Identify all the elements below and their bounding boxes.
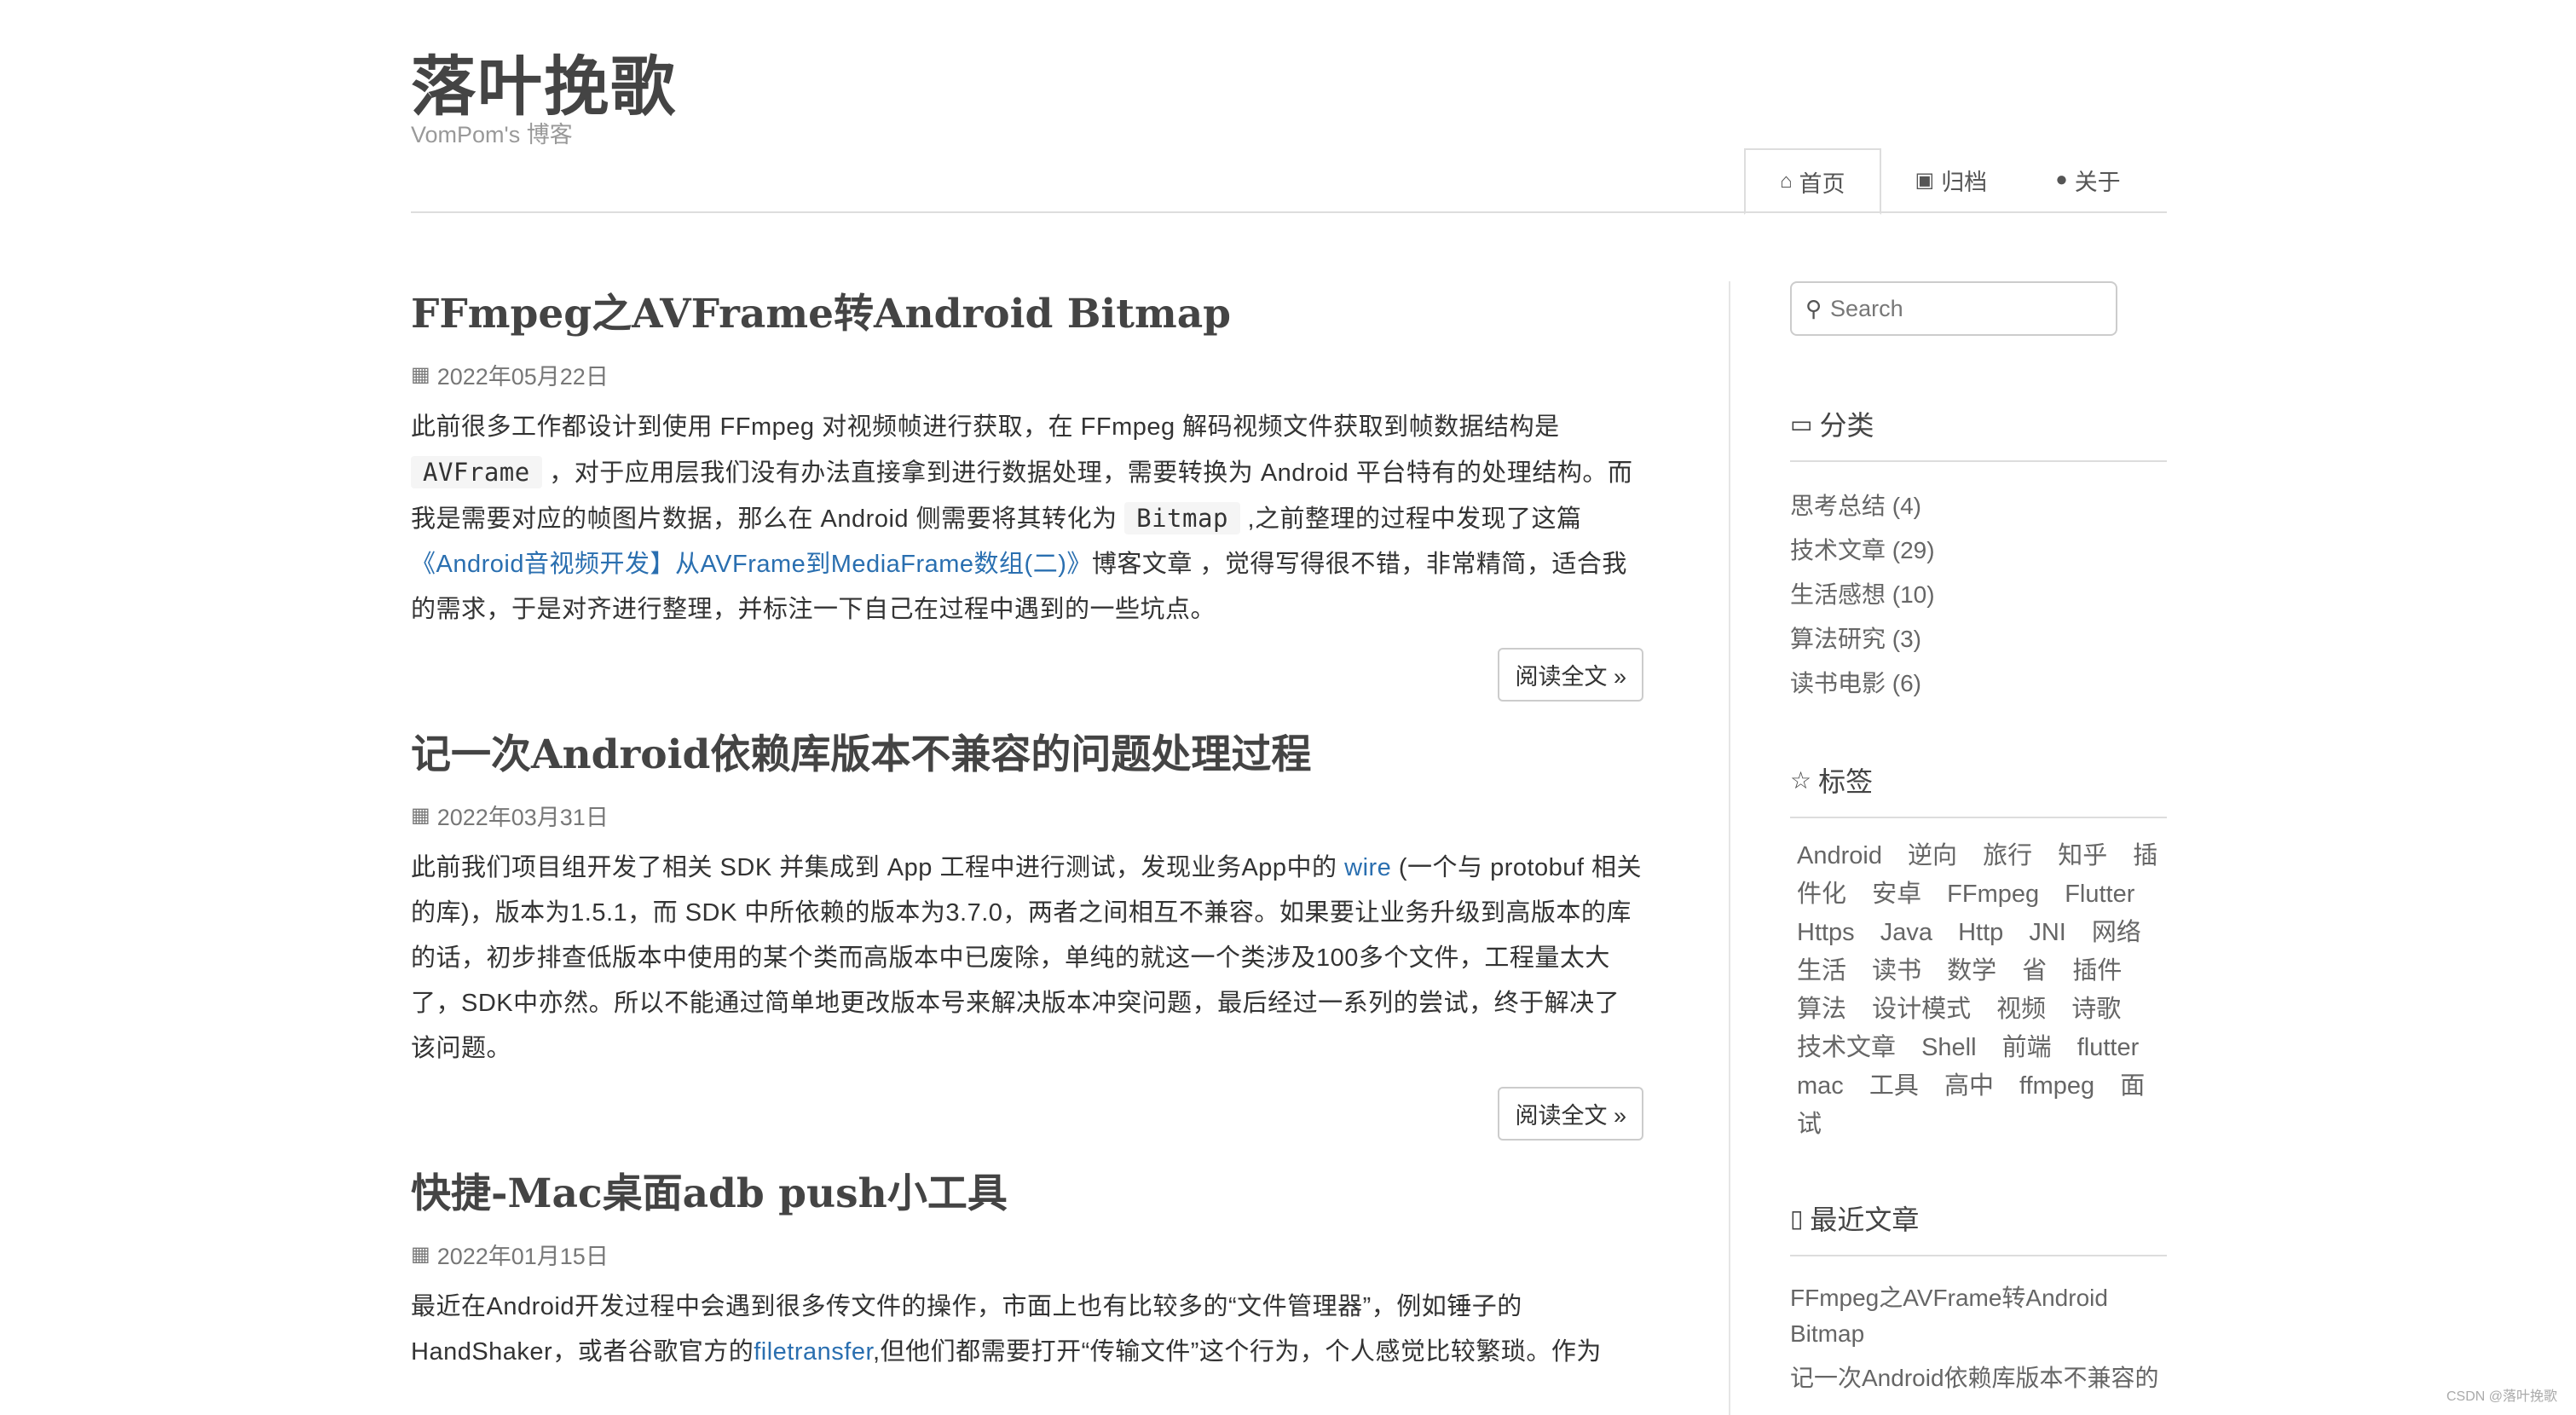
calendar-icon: ▦ [411, 1243, 430, 1266]
watermark: CSDN @落叶挽歌 [2446, 1389, 2557, 1404]
tag-item[interactable]: FFmpeg [1947, 881, 2039, 908]
search-input[interactable]: ⚲ Search [1790, 281, 2117, 336]
post-link[interactable]: 《Android音视频开发】从AVFrame到MediaFrame数组(二)》 [411, 551, 1092, 578]
tag-item[interactable]: 前端 [2002, 1034, 2052, 1061]
home-icon: ⌂ [1780, 170, 1793, 193]
category-item[interactable]: 读书电影 (6) [1790, 661, 2167, 706]
category-item[interactable]: 算法研究 (3) [1790, 617, 2167, 661]
categories-heading: ▭ 分类 [1790, 404, 2167, 462]
post-date-text: 2022年03月31日 [436, 805, 609, 830]
nav-archive-label: 归档 [1941, 169, 1988, 195]
recent-post-link[interactable]: 记一次Android依赖库版本不兼容的 [1790, 1360, 2167, 1396]
post-list: FFmpeg之AVFrame转Android Bitmap ▦ 2022年05月… [411, 281, 1643, 1375]
archive-icon: ▣ [1915, 168, 1935, 192]
star-icon: ☆ [1790, 766, 1812, 794]
tag-item[interactable]: 生活 [1797, 957, 1846, 985]
search-placeholder: Search [1830, 295, 1903, 321]
tag-item[interactable]: 读书 [1872, 957, 1921, 985]
recent-posts-heading: ▯ 最近文章 [1790, 1198, 2167, 1256]
tag-item[interactable]: ffmpeg [2019, 1072, 2094, 1100]
post-title[interactable]: FFmpeg之AVFrame转Android Bitmap [411, 281, 1643, 348]
tag-item[interactable]: flutter [2077, 1034, 2140, 1061]
nav-about[interactable]: ● 关于 [2021, 148, 2155, 211]
tag-item[interactable]: Shell [1921, 1034, 1977, 1061]
inline-code: AVFrame [411, 456, 542, 488]
tag-cloud: Android 逆向 旅行 知乎 插件化 安卓 FFmpeg Flutter H… [1790, 837, 2167, 1144]
post-title[interactable]: 快捷-Mac桌面adb push小工具 [411, 1161, 1643, 1227]
category-item[interactable]: 技术文章 (29) [1790, 528, 2167, 573]
tag-item[interactable]: 插件 [2072, 957, 2122, 985]
categories-title: 分类 [1819, 410, 1874, 441]
tag-item[interactable]: 网络 [2092, 919, 2141, 946]
tag-item[interactable]: 旅行 [1983, 842, 2032, 869]
tag-item[interactable]: JNI [2029, 919, 2066, 946]
tag-item[interactable]: 设计模式 [1872, 996, 1971, 1023]
post-link[interactable]: wire [1344, 854, 1391, 881]
tag-item[interactable]: Java [1880, 919, 1932, 946]
inline-code: Bitmap [1124, 502, 1240, 534]
calendar-icon: ▦ [411, 804, 430, 827]
post-excerpt: 最近在Android开发过程中会遇到很多传文件的操作，市面上也有比较多的“文件管… [411, 1285, 1643, 1375]
file-icon: ▯ [1790, 1204, 1804, 1232]
folder-icon: ▭ [1790, 410, 1813, 437]
tag-item[interactable]: 工具 [1869, 1072, 1919, 1100]
nav-about-label: 关于 [2074, 169, 2121, 195]
category-list: 思考总结 (4) 技术文章 (29) 生活感想 (10) 算法研究 (3) 读书… [1790, 484, 2167, 706]
post-title[interactable]: 记一次Android依赖库版本不兼容的问题处理过程 [411, 722, 1643, 788]
excerpt-text: ,但他们都需要打开“传输文件”这个行为，个人感觉比较繁琐。作为 [873, 1338, 1602, 1366]
calendar-icon: ▦ [411, 363, 430, 386]
site-title[interactable]: 落叶挽歌 [411, 34, 677, 128]
tag-item[interactable]: 逆向 [1908, 842, 1957, 869]
post-date: ▦ 2022年03月31日 [411, 799, 1643, 832]
tag-item[interactable]: Https [1797, 919, 1855, 946]
recent-title: 最近文章 [1810, 1204, 1920, 1235]
post-date-text: 2022年01月15日 [436, 1244, 609, 1269]
post-date: ▦ 2022年01月15日 [411, 1238, 1643, 1271]
post-excerpt: 此前我们项目组开发了相关 SDK 并集成到 App 工程中进行测试，发现业务Ap… [411, 846, 1643, 1071]
tags-heading: ☆ 标签 [1790, 760, 2167, 818]
category-item[interactable]: 生活感想 (10) [1790, 573, 2167, 617]
post-date-text: 2022年05月22日 [436, 364, 609, 390]
post-date: ▦ 2022年05月22日 [411, 358, 1643, 391]
read-more-button[interactable]: 阅读全文 » [1498, 1087, 1643, 1141]
nav-home-label: 首页 [1799, 170, 1845, 197]
search-icon: ⚲ [1805, 295, 1822, 321]
column-divider [1729, 281, 1730, 1415]
tags-title: 标签 [1818, 766, 1874, 797]
post-item: FFmpeg之AVFrame转Android Bitmap ▦ 2022年05月… [411, 281, 1643, 702]
recent-post-link[interactable]: FFmpeg之AVFrame转Android Bitmap [1790, 1280, 2167, 1352]
site-subtitle: VomPom's 博客 [411, 122, 573, 147]
tag-item[interactable]: 高中 [1944, 1072, 1994, 1100]
tag-item[interactable]: 数学 [1947, 957, 1996, 985]
user-icon: ● [2055, 168, 2068, 191]
read-more-button[interactable]: 阅读全文 » [1498, 648, 1643, 702]
excerpt-text: ,之前整理的过程中发现了这篇 [1239, 505, 1582, 533]
post-item: 快捷-Mac桌面adb push小工具 ▦ 2022年01月15日 最近在And… [411, 1161, 1643, 1375]
nav-archive[interactable]: ▣ 归档 [1881, 148, 2022, 211]
post-link[interactable]: filetransfer [754, 1338, 873, 1366]
tag-item[interactable]: 算法 [1797, 996, 1846, 1023]
nav-home[interactable]: ⌂ 首页 [1744, 148, 1881, 215]
tag-item[interactable]: Flutter [2065, 881, 2134, 908]
tag-item[interactable]: Http [1958, 919, 2003, 946]
recent-posts-list: FFmpeg之AVFrame转Android Bitmap 记一次Android… [1790, 1280, 2167, 1396]
tag-item[interactable]: 知乎 [2058, 842, 2107, 869]
post-excerpt: 此前很多工作都设计到使用 FFmpeg 对视频帧进行获取，在 FFmpeg 解码… [411, 405, 1643, 632]
excerpt-text: 此前很多工作都设计到使用 FFmpeg 对视频帧进行获取，在 FFmpeg 解码… [411, 413, 1560, 441]
sidebar: ⚲ Search ▭ 分类 思考总结 (4) 技术文章 (29) 生活感想 (1… [1790, 281, 2167, 1405]
header-divider [411, 211, 2167, 213]
tag-item[interactable]: 技术文章 [1797, 1034, 1896, 1061]
tag-item[interactable]: 视频 [1996, 996, 2046, 1023]
tag-item[interactable]: 诗歌 [2071, 996, 2121, 1023]
top-nav: ⌂ 首页 ▣ 归档 ● 关于 [1744, 148, 2155, 215]
category-item[interactable]: 思考总结 (4) [1790, 484, 2167, 528]
tag-item[interactable]: 安卓 [1872, 881, 1921, 908]
tag-item[interactable]: Android [1797, 842, 1882, 869]
excerpt-text: (一个与 protobuf 相关的库)，版本为1.5.1，而 SDK 中所依赖的… [411, 854, 1643, 1062]
post-item: 记一次Android依赖库版本不兼容的问题处理过程 ▦ 2022年03月31日 … [411, 722, 1643, 1141]
tag-item[interactable]: 省 [2022, 957, 2047, 985]
tag-item[interactable]: mac [1797, 1072, 1844, 1100]
excerpt-text: 此前我们项目组开发了相关 SDK 并集成到 App 工程中进行测试，发现业务Ap… [411, 854, 1345, 881]
